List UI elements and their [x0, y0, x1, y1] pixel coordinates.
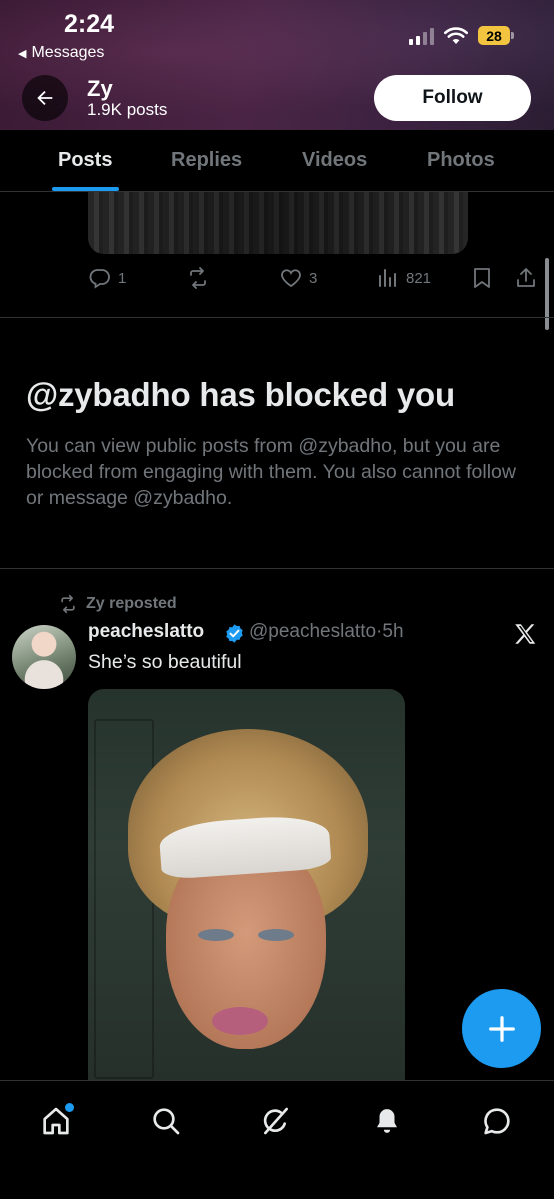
follow-button[interactable]: Follow	[374, 75, 531, 121]
repost-label: Zy reposted	[86, 595, 177, 612]
share-action[interactable]	[515, 264, 537, 292]
reply-action[interactable]: 1	[88, 264, 126, 292]
profile-tabs: Posts Replies Videos Photos	[0, 130, 554, 192]
author-avatar[interactable]	[12, 625, 76, 689]
home-notification-dot	[65, 1103, 74, 1112]
background-door	[94, 719, 154, 1079]
author-name[interactable]: peacheslatto	[88, 621, 204, 643]
nav-search[interactable]	[146, 1101, 186, 1141]
post-video-thumbnail[interactable]	[88, 689, 405, 1081]
reply-icon	[89, 269, 110, 289]
bottom-navigation	[0, 1080, 554, 1199]
repost-icon	[190, 267, 206, 289]
messages-icon	[484, 1108, 510, 1135]
profile-name: Zy	[87, 76, 113, 101]
heart-icon	[281, 269, 301, 288]
x-logo-icon[interactable]	[512, 621, 538, 647]
verified-badge-icon	[226, 624, 243, 643]
back-app-label: Messages	[31, 44, 105, 61]
section-divider	[0, 568, 554, 569]
nav-notifications[interactable]	[367, 1101, 407, 1141]
blocked-title: @zybadho has blocked you	[26, 376, 455, 413]
repost-indicator[interactable]: Zy reposted	[58, 594, 177, 614]
plus-icon	[488, 1015, 515, 1042]
cellular-signal-icon	[409, 27, 434, 45]
scrollbar-thumb[interactable]	[545, 258, 549, 330]
post-time: 5h	[382, 621, 404, 642]
post-text: She’s so beautiful	[88, 651, 242, 673]
profile-header: 2:24 ◀ Messages 28 Zy 1.9K posts Follow	[0, 0, 554, 130]
tab-videos[interactable]: Videos	[302, 149, 367, 172]
subject-eye	[258, 929, 294, 941]
blocked-description: You can view public posts from @zybadho,…	[26, 435, 516, 509]
nav-messages[interactable]	[477, 1101, 517, 1141]
views-chart-icon	[379, 269, 396, 287]
bookmark-icon	[474, 268, 490, 288]
author-handle[interactable]: @peacheslatto·5h	[249, 621, 404, 643]
like-count: 3	[309, 269, 318, 287]
views-action[interactable]: 821	[376, 264, 431, 292]
subject-eye	[198, 929, 234, 941]
tab-replies[interactable]: Replies	[171, 149, 242, 172]
profile-post-count: 1.9K posts	[87, 100, 168, 119]
back-to-messages-link[interactable]: ◀ Messages	[18, 44, 104, 62]
active-tab-indicator	[52, 187, 119, 191]
like-action[interactable]: 3	[279, 264, 317, 292]
share-icon	[517, 268, 535, 287]
previous-post-image[interactable]	[88, 192, 468, 254]
tab-photos[interactable]: Photos	[427, 149, 495, 172]
view-count: 821	[406, 269, 432, 287]
battery-level: 28	[478, 26, 510, 45]
reply-count: 1	[118, 269, 127, 287]
subject-lips	[212, 1007, 268, 1035]
nav-grok[interactable]	[256, 1101, 296, 1141]
compose-post-button[interactable]	[462, 989, 541, 1068]
repost-action[interactable]	[186, 264, 216, 292]
status-time: 2:24	[64, 10, 115, 38]
wifi-icon	[444, 26, 468, 44]
repost-icon	[61, 594, 75, 614]
bookmark-action[interactable]	[471, 264, 493, 292]
battery-icon: 28	[478, 26, 514, 45]
status-indicators: 28	[409, 26, 514, 45]
bell-icon	[377, 1109, 397, 1133]
back-triangle-icon: ◀	[18, 47, 27, 60]
handle-text: @peacheslatto	[249, 621, 377, 642]
nav-home[interactable]	[36, 1101, 76, 1141]
post-divider	[0, 317, 554, 318]
grok-icon	[263, 1107, 288, 1135]
search-icon	[153, 1108, 180, 1135]
tab-posts[interactable]: Posts	[58, 149, 112, 172]
back-button[interactable]	[22, 75, 68, 121]
arrow-left-icon	[37, 90, 53, 106]
